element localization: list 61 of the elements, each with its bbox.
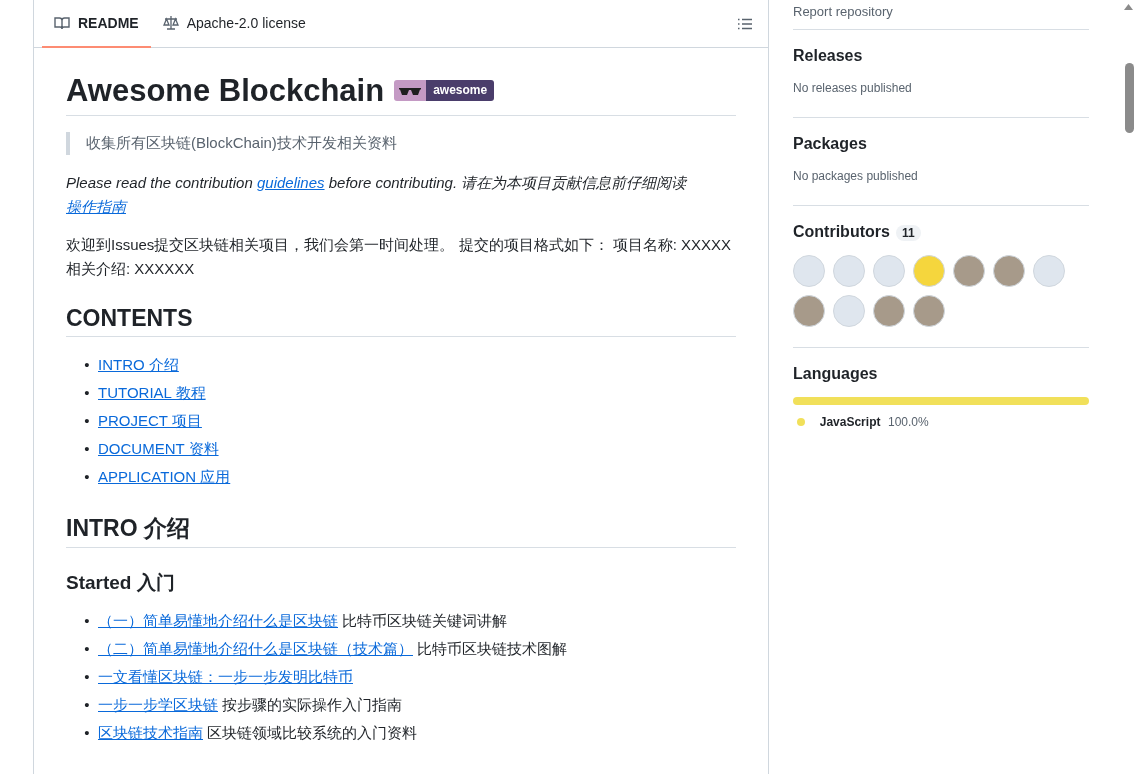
section-title: Releases (793, 46, 863, 64)
avatar[interactable] (913, 295, 945, 328)
list-link[interactable]: 一步一步学区块链 (98, 695, 218, 713)
avatar[interactable] (833, 295, 865, 328)
blockquote-text: 收集所有区块链(BlockChain)技术开发相关资料 (66, 132, 736, 155)
list-link[interactable]: DOCUMENT 资料 (98, 440, 219, 458)
section-title: Contributors (793, 222, 890, 240)
list-link[interactable]: 区块链技术指南 (98, 723, 203, 741)
paragraph: 欢迎到Issues提交区块链相关项目，我们会第一时间处理。 提交的项目格式如下： 项目名称: XXXXX 相关介绍: XXXXXX (66, 234, 733, 279)
link[interactable]: guidelines (256, 173, 325, 191)
subsection-heading: Started 入门 (66, 571, 176, 595)
section-heading: INTRO 介绍 (66, 515, 736, 548)
book-icon (54, 15, 70, 31)
list-bullet: • (83, 411, 91, 432)
list-bullet: • (83, 610, 91, 631)
report-link[interactable]: Report repository (793, 4, 893, 19)
list-link[interactable]: （一）简单易懂地介绍什么是区块链 (98, 611, 338, 629)
avatar[interactable] (793, 255, 825, 288)
avatar[interactable] (873, 255, 905, 288)
scrollbar-thumb[interactable] (1125, 63, 1134, 133)
list-description: 按步骤的实际操作入门指南 (222, 695, 403, 713)
list-bullet: • (83, 666, 91, 687)
avatar[interactable] (793, 295, 825, 328)
list-description: 比特币区块链技术图解 (417, 639, 568, 657)
list-link[interactable]: APPLICATION 应用 (98, 468, 231, 486)
paragraph: Please read the contribution guidelines before contributing. 请在为本项目贡献信息前仔细阅读 操作指南 (66, 172, 688, 217)
list-link[interactable]: 一文看懂区块链：一步一步发明比特币 (98, 667, 353, 685)
avatar[interactable] (1033, 255, 1065, 288)
scroll-up-arrow-icon[interactable] (1124, 4, 1133, 10)
avatar[interactable] (913, 255, 945, 288)
tab[interactable]: Apache-2.0 license (150, 0, 318, 48)
avatar[interactable] (833, 255, 865, 288)
list-link[interactable]: TUTORIAL 教程 (98, 384, 206, 402)
list-bullet: • (83, 383, 91, 404)
language-percent: 100.0% (887, 413, 929, 431)
count-badge: 11 (895, 224, 921, 241)
section-title: Packages (793, 134, 867, 152)
empty-note: No releases published (793, 79, 913, 97)
link[interactable]: 操作指南 (66, 197, 126, 215)
language-name[interactable]: JavaScript (819, 412, 881, 431)
readme-title: Awesome Blockchain (66, 72, 385, 110)
list-bullet: • (83, 638, 91, 659)
list-bullet: • (83, 439, 91, 460)
list-link[interactable]: PROJECT 项目 (98, 412, 202, 430)
list-bullet: • (83, 694, 91, 715)
list-description: 区块链领域比较系统的入门资料 (207, 723, 418, 741)
list-link[interactable]: INTRO 介绍 (98, 356, 179, 374)
list-bullet: • (83, 467, 91, 488)
list-description: 比特币区块链关键词讲解 (342, 611, 508, 629)
list-link[interactable]: （二）简单易懂地介绍什么是区块链（技术篇） (98, 639, 413, 657)
sunglasses-icon (399, 85, 422, 96)
avatar[interactable] (873, 295, 905, 328)
tab[interactable]: README (42, 0, 151, 48)
scale-icon (162, 15, 179, 31)
list-bullet: • (83, 722, 91, 743)
avatar[interactable] (953, 255, 985, 288)
list-bullet: • (83, 355, 91, 376)
section-heading: CONTENTS (66, 304, 736, 338)
avatar[interactable] (993, 255, 1025, 288)
empty-note: No packages published (793, 167, 919, 185)
section-title: Languages (793, 365, 878, 383)
